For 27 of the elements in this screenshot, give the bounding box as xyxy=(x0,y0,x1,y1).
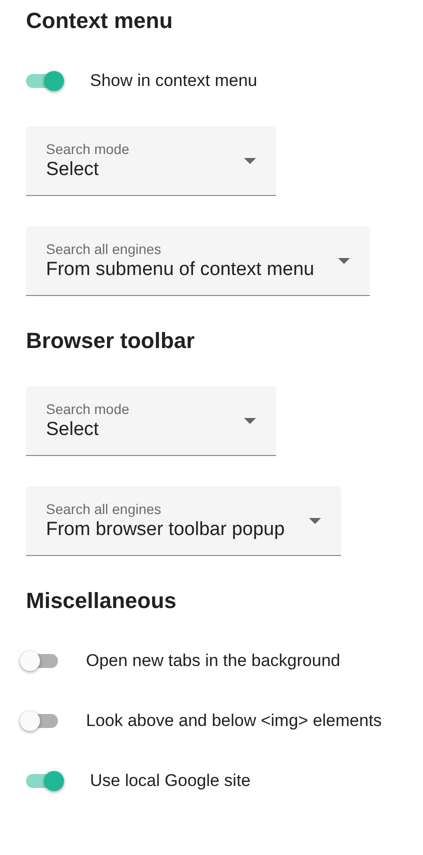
dropdown-value: Select xyxy=(46,158,100,180)
dropdown-value: Select xyxy=(46,418,100,440)
dropdown-value: From browser toolbar popup xyxy=(46,518,285,540)
section-heading: Context menu xyxy=(26,7,174,35)
section-heading: Miscellaneous xyxy=(26,587,178,615)
dropdown-select[interactable]: Search all engines From submenu of context menu xyxy=(26,226,370,296)
switch-label: Open new tabs in the background xyxy=(86,651,340,671)
caret-icon xyxy=(244,158,256,164)
dropdown-label: Search mode xyxy=(46,400,130,416)
section-heading: Browser toolbar xyxy=(26,327,196,355)
dropdown-label: Search all engines xyxy=(46,500,162,516)
toggle-switch[interactable] xyxy=(22,714,58,728)
dropdown-label: Search mode xyxy=(46,140,130,156)
dropdown-select[interactable]: Search all engines From browser toolbar popup xyxy=(26,486,341,556)
toggle-switch[interactable] xyxy=(22,654,58,668)
dropdown-label: Search all engines xyxy=(46,240,162,256)
switch-label: Use local Google site xyxy=(90,771,251,791)
toggle-switch[interactable] xyxy=(26,74,62,88)
caret-icon xyxy=(308,518,321,524)
toggle-switch[interactable] xyxy=(26,774,62,788)
caret-icon xyxy=(244,418,256,424)
switch-label: Look above and below <img> elements xyxy=(86,711,382,731)
dropdown-value: From submenu of context menu xyxy=(46,258,314,280)
switch-label: Show in context menu xyxy=(90,71,258,91)
dropdown-select[interactable]: Search mode Select xyxy=(26,386,276,456)
caret-icon xyxy=(338,258,350,264)
dropdown-select[interactable]: Search mode Select xyxy=(26,126,276,196)
